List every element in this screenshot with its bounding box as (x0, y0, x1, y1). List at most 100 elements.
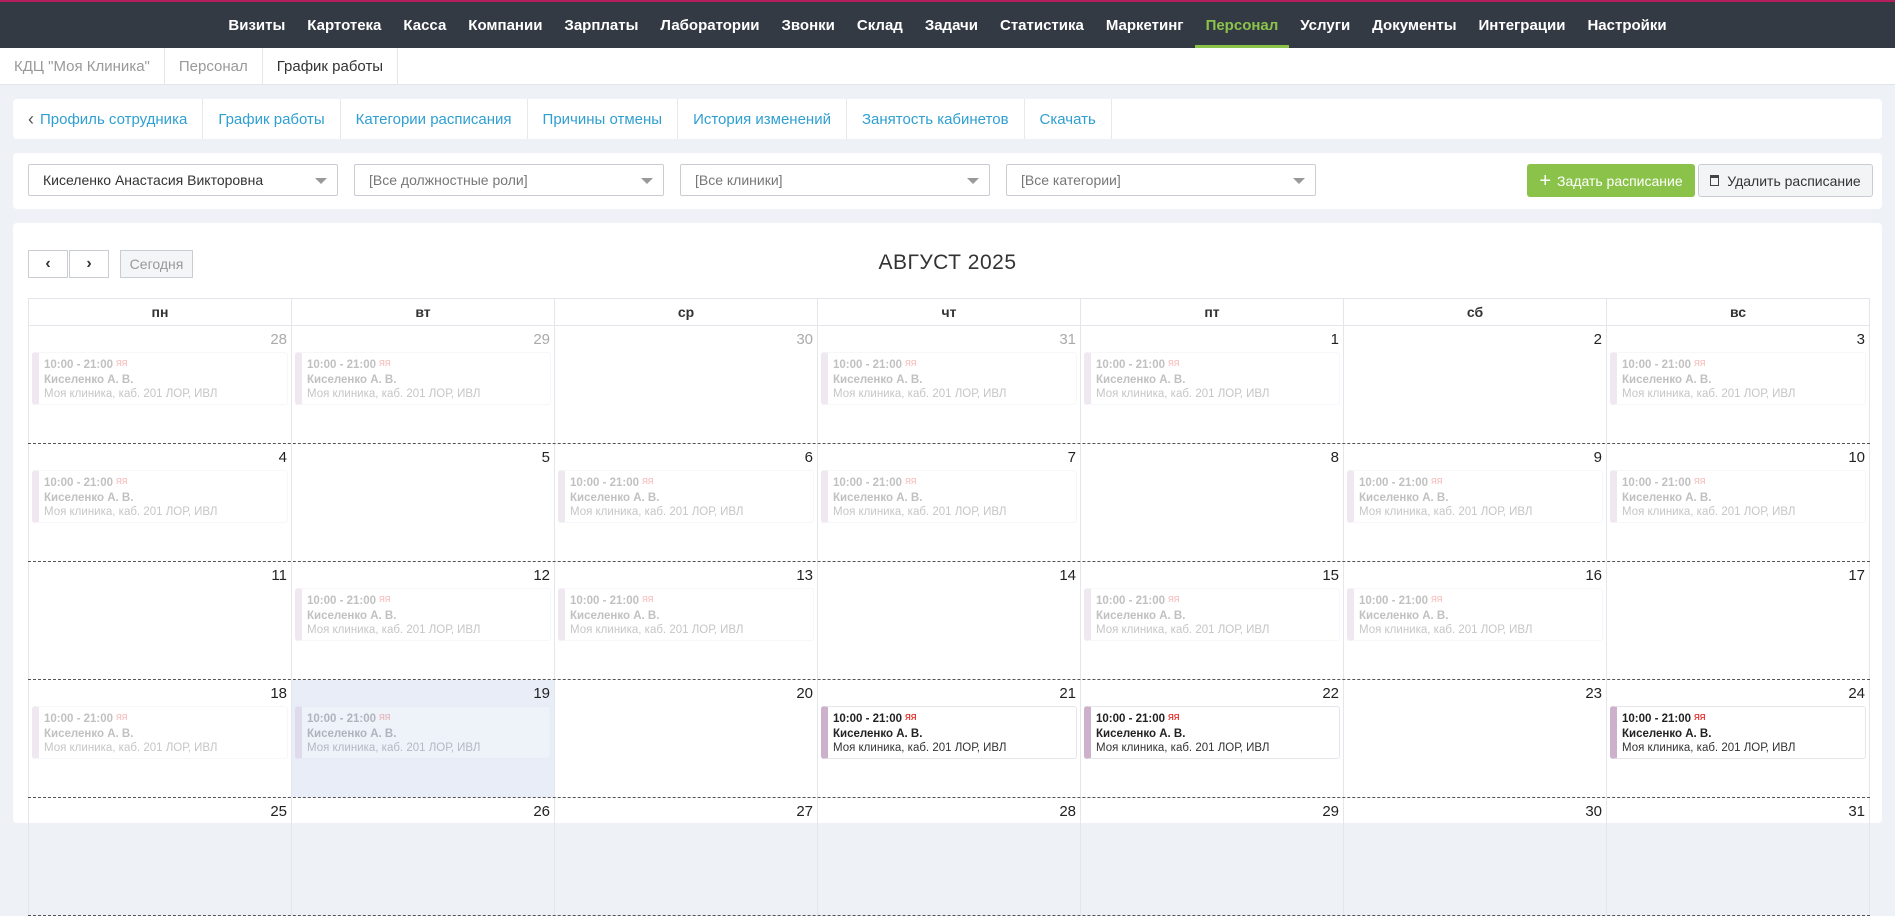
calendar-day[interactable]: 25 (28, 798, 292, 915)
event-time-row: 10:00 - 21:00 ЯЯ (570, 593, 813, 609)
calendar-day[interactable]: 17 (1607, 562, 1870, 679)
role-select[interactable]: [Все должностные роли] (354, 164, 664, 196)
calendar-day[interactable]: 18 10:00 - 21:00 ЯЯ Киселенко А. В. Моя клин… (28, 680, 292, 797)
calendar-day[interactable]: 6 10:00 - 21:00 ЯЯ Киселенко А. В. Моя клини… (555, 444, 818, 561)
nav-item-5[interactable]: Лаборатории (649, 2, 770, 48)
schedule-event[interactable]: 10:00 - 21:00 ЯЯ Киселенко А. В. Моя клиник… (558, 588, 814, 641)
category-select[interactable]: [Все категории] (1006, 164, 1316, 196)
nav-item-1[interactable]: Картотека (296, 2, 392, 48)
calendar-week: 18 10:00 - 21:00 ЯЯ Киселенко А. В. Моя клин… (28, 680, 1870, 798)
calendar-day[interactable]: 7 10:00 - 21:00 ЯЯ Киселенко А. В. Моя клини… (818, 444, 1081, 561)
nav-item-7[interactable]: Склад (846, 2, 914, 48)
event-time-row: 10:00 - 21:00 ЯЯ (307, 357, 550, 373)
day-number: 8 (1330, 449, 1339, 466)
schedule-event[interactable]: 10:00 - 21:00 ЯЯ Киселенко А. В. Моя клиник… (32, 352, 288, 405)
calendar-day[interactable]: 23 (1344, 680, 1607, 797)
staff-icon: ЯЯ (1694, 477, 1706, 486)
calendar-day[interactable]: 24 10:00 - 21:00 ЯЯ Киселенко А. В. Моя клин… (1607, 680, 1870, 797)
calendar-day[interactable]: 11 (28, 562, 292, 679)
calendar-day[interactable]: 28 10:00 - 21:00 ЯЯ Киселенко А. В. Моя клин… (28, 326, 292, 443)
calendar-day[interactable]: 27 (555, 798, 818, 915)
calendar-day[interactable]: 26 (292, 798, 555, 915)
schedule-event[interactable]: 10:00 - 21:00 ЯЯ Киселенко А. В. Моя клиник… (32, 706, 288, 759)
calendar-day[interactable]: 10 10:00 - 21:00 ЯЯ Киселенко А. В. Моя клин… (1607, 444, 1870, 561)
schedule-event[interactable]: 10:00 - 21:00 ЯЯ Киселенко А. В. Моя клиник… (1347, 588, 1603, 641)
breadcrumb-clinic[interactable]: КДЦ "Моя Клиника" (0, 48, 165, 84)
calendar-day[interactable]: 5 (292, 444, 555, 561)
tab-change-history[interactable]: История изменений (678, 99, 847, 139)
tab-schedule-categories[interactable]: Категории расписания (341, 99, 528, 139)
nav-item-8[interactable]: Задачи (914, 2, 989, 48)
event-location: Моя клиника, каб. 201 ЛОР, ИВЛ (1622, 506, 1796, 518)
schedule-event[interactable]: 10:00 - 21:00 ЯЯ Киселенко А. В. Моя клиник… (1347, 470, 1603, 523)
day-number: 22 (1322, 685, 1339, 702)
event-location: Моя клиника, каб. 201 ЛОР, ИВЛ (1359, 624, 1533, 636)
nav-item-0[interactable]: Визиты (217, 2, 296, 48)
nav-item-4[interactable]: Зарплаты (553, 2, 649, 48)
schedule-event[interactable]: 10:00 - 21:00 ЯЯ Киселенко А. В. Моя клиник… (32, 470, 288, 523)
tab-schedule[interactable]: График работы (203, 99, 341, 139)
calendar-day[interactable]: 3 10:00 - 21:00 ЯЯ Киселенко А. В. Моя клини… (1607, 326, 1870, 443)
schedule-event[interactable]: 10:00 - 21:00 ЯЯ Киселенко А. В. Моя клиник… (821, 470, 1077, 523)
calendar-day[interactable]: 30 (555, 326, 818, 443)
calendar-day[interactable]: 8 (1081, 444, 1344, 561)
calendar-day[interactable]: 29 10:00 - 21:00 ЯЯ Киселенко А. В. Моя клин… (292, 326, 555, 443)
tab-room-occupancy[interactable]: Занятость кабинетов (847, 99, 1025, 139)
nav-item-15[interactable]: Настройки (1576, 2, 1677, 48)
calendar-day[interactable]: 13 10:00 - 21:00 ЯЯ Киселенко А. В. Моя клин… (555, 562, 818, 679)
tab-employee-profile[interactable]: ‹ Профиль сотрудника (13, 99, 204, 139)
calendar-day[interactable]: 22 10:00 - 21:00 ЯЯ Киселенко А. В. Моя клин… (1081, 680, 1344, 797)
schedule-event[interactable]: 10:00 - 21:00 ЯЯ Киселенко А. В. Моя клиник… (1084, 352, 1340, 405)
nav-item-2[interactable]: Касса (392, 2, 457, 48)
schedule-event[interactable]: 10:00 - 21:00 ЯЯ Киселенко А. В. Моя клиник… (295, 588, 551, 641)
calendar-day[interactable]: 20 (555, 680, 818, 797)
event-time: 10:00 - 21:00 (570, 595, 640, 607)
calendar-day[interactable]: 30 (1344, 798, 1607, 915)
set-schedule-button[interactable]: + Задать расписание (1527, 164, 1695, 197)
schedule-event[interactable]: 10:00 - 21:00 ЯЯ Киселенко А. В. Моя клиник… (295, 706, 551, 759)
employee-select[interactable]: Киселенко Анастасия Викторовна (28, 164, 338, 196)
calendar-day[interactable]: 31 (1607, 798, 1870, 915)
calendar-day[interactable]: 4 10:00 - 21:00 ЯЯ Киселенко А. В. Моя клини… (28, 444, 292, 561)
schedule-event[interactable]: 10:00 - 21:00 ЯЯ Киселенко А. В. Моя клиник… (1610, 706, 1866, 759)
tab-download[interactable]: Скачать (1025, 99, 1112, 139)
nav-item-6[interactable]: Звонки (771, 2, 846, 48)
nav-item-11[interactable]: Персонал (1194, 2, 1290, 48)
breadcrumb-staff[interactable]: Персонал (165, 48, 263, 84)
schedule-event[interactable]: 10:00 - 21:00 ЯЯ Киселенко А. В. Моя клиник… (821, 706, 1077, 759)
calendar-day[interactable]: 31 10:00 - 21:00 ЯЯ Киселенко А. В. Моя клин… (818, 326, 1081, 443)
tab-cancel-reasons[interactable]: Причины отмены (528, 99, 679, 139)
day-number: 28 (270, 331, 287, 348)
nav-item-13[interactable]: Документы (1361, 2, 1467, 48)
nav-item-10[interactable]: Маркетинг (1095, 2, 1195, 48)
calendar-day[interactable]: 12 10:00 - 21:00 ЯЯ Киселенко А. В. Моя клин… (292, 562, 555, 679)
calendar-day[interactable]: 19 10:00 - 21:00 ЯЯ Киселенко А. В. Моя клин… (292, 680, 555, 797)
calendar-day[interactable]: 16 10:00 - 21:00 ЯЯ Киселенко А. В. Моя клин… (1344, 562, 1607, 679)
delete-schedule-button[interactable]: Удалить расписание (1698, 164, 1873, 197)
schedule-event[interactable]: 10:00 - 21:00 ЯЯ Киселенко А. В. Моя клиник… (558, 470, 814, 523)
calendar-day[interactable]: 9 10:00 - 21:00 ЯЯ Киселенко А. В. Моя клини… (1344, 444, 1607, 561)
nav-item-14[interactable]: Интеграции (1468, 2, 1577, 48)
calendar-day[interactable]: 14 (818, 562, 1081, 679)
nav-item-9[interactable]: Статистика (989, 2, 1095, 48)
schedule-event[interactable]: 10:00 - 21:00 ЯЯ Киселенко А. В. Моя клиник… (1084, 706, 1340, 759)
day-number: 7 (1067, 449, 1076, 466)
event-time-row: 10:00 - 21:00 ЯЯ (44, 475, 287, 491)
schedule-event[interactable]: 10:00 - 21:00 ЯЯ Киселенко А. В. Моя клиник… (821, 352, 1077, 405)
schedule-event[interactable]: 10:00 - 21:00 ЯЯ Киселенко А. В. Моя клиник… (1610, 352, 1866, 405)
calendar-day[interactable]: 15 10:00 - 21:00 ЯЯ Киселенко А. В. Моя клин… (1081, 562, 1344, 679)
schedule-event[interactable]: 10:00 - 21:00 ЯЯ Киселенко А. В. Моя клиник… (1610, 470, 1866, 523)
calendar-day[interactable]: 28 (818, 798, 1081, 915)
calendar-day[interactable]: 1 10:00 - 21:00 ЯЯ Киселенко А. В. Моя клини… (1081, 326, 1344, 443)
schedule-event[interactable]: 10:00 - 21:00 ЯЯ Киселенко А. В. Моя клиник… (1084, 588, 1340, 641)
chevron-down-icon (315, 178, 327, 184)
day-number: 29 (533, 331, 550, 348)
nav-item-12[interactable]: Услуги (1289, 2, 1361, 48)
event-location: Моя клиника, каб. 201 ЛОР, ИВЛ (1359, 506, 1533, 518)
calendar-day[interactable]: 2 (1344, 326, 1607, 443)
calendar-day[interactable]: 29 (1081, 798, 1344, 915)
clinic-select[interactable]: [Все клиники] (680, 164, 990, 196)
schedule-event[interactable]: 10:00 - 21:00 ЯЯ Киселенко А. В. Моя клиник… (295, 352, 551, 405)
nav-item-3[interactable]: Компании (457, 2, 553, 48)
calendar-day[interactable]: 21 10:00 - 21:00 ЯЯ Киселенко А. В. Моя клин… (818, 680, 1081, 797)
